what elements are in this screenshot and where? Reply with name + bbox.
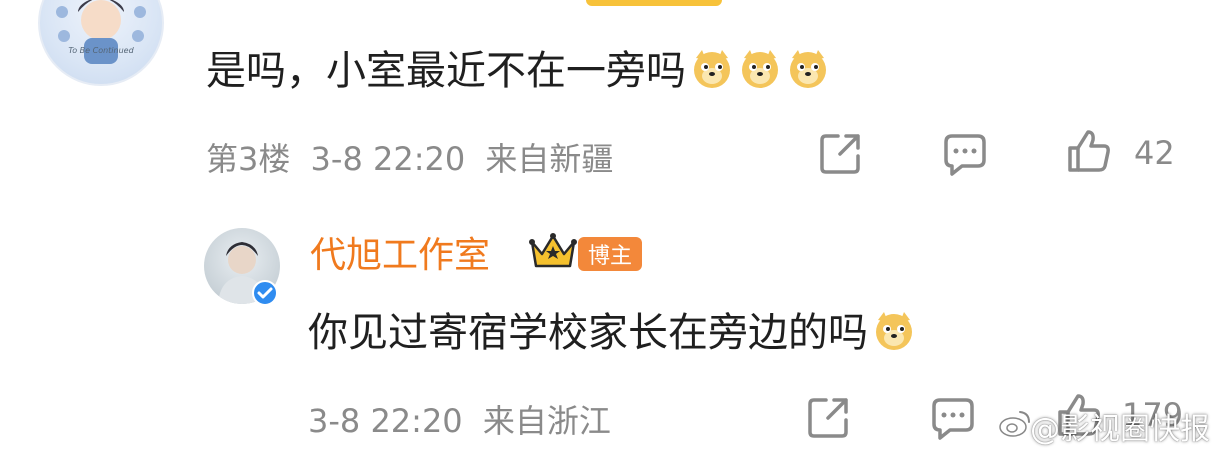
floor-number: 第3楼	[206, 140, 291, 178]
comment-author[interactable]: 代旭工作室	[310, 226, 490, 278]
weibo-logo-icon	[999, 411, 1030, 437]
avatar-illustration	[56, 0, 146, 64]
author-badge	[586, 0, 722, 6]
comment-location: 来自浙江	[482, 402, 611, 440]
comment-text: 你见过寄宿学校家长在旁边的吗	[308, 300, 916, 358]
comment-text: 是吗，小室最近不在一旁吗	[206, 38, 830, 96]
comment-text-content: 你见过寄宿学校家长在旁边的吗	[308, 310, 868, 356]
share-icon[interactable]	[818, 130, 864, 176]
comment-time: 3-8 22:20	[310, 140, 466, 178]
doge-emoji	[876, 312, 912, 350]
like-count: 42	[1134, 134, 1175, 172]
comment-text-content: 是吗，小室最近不在一旁吗	[206, 48, 686, 94]
doge-emoji	[742, 50, 778, 88]
blogger-tag: 博主	[578, 237, 642, 271]
doge-emoji	[694, 50, 730, 88]
doge-emoji	[790, 50, 826, 88]
avatar-caption: To Be Continued	[68, 46, 134, 55]
watermark: @影视圈快报	[1030, 412, 1210, 447]
verified-icon	[252, 280, 278, 306]
comment-icon[interactable]	[942, 130, 988, 176]
comment-meta: 第3楼 3-8 22:20 来自新疆	[206, 134, 613, 180]
avatar[interactable]: To Be Continued	[38, 0, 164, 86]
comment-location: 来自新疆	[485, 140, 614, 178]
comment-icon[interactable]	[930, 394, 976, 440]
comment-meta: 3-8 22:20 来自浙江	[308, 396, 611, 442]
crown-icon	[529, 233, 577, 268]
comment-time: 3-8 22:20	[308, 402, 463, 440]
share-icon[interactable]	[806, 394, 852, 440]
like-icon[interactable]	[1066, 128, 1112, 174]
